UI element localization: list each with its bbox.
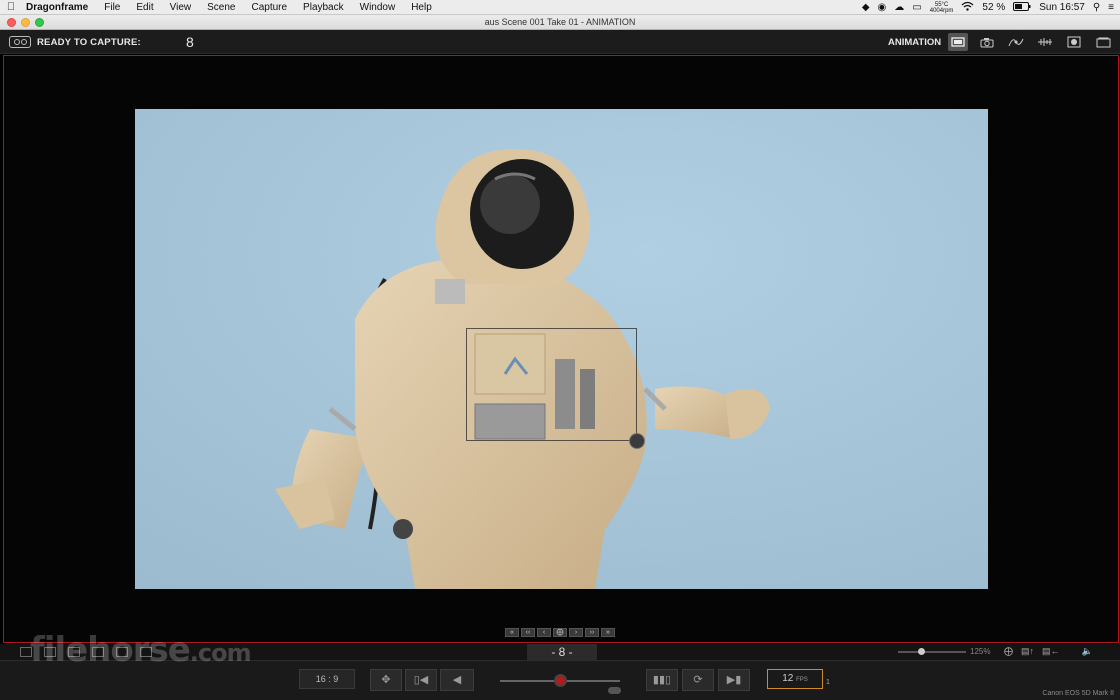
menu-app-name[interactable]: Dragonframe — [22, 0, 96, 15]
cinema-icon[interactable] — [1093, 33, 1113, 51]
next-frame-number: 8 — [186, 34, 194, 50]
playback-slider-knob[interactable] — [554, 674, 567, 687]
last-frame-icon[interactable]: » — [601, 628, 615, 637]
menu-window[interactable]: Window — [352, 0, 404, 15]
close-window-button[interactable] — [7, 18, 16, 27]
battery-icon[interactable] — [1013, 1, 1031, 14]
monitor-icon[interactable] — [948, 33, 968, 51]
menu-file[interactable]: File — [96, 0, 128, 15]
first-frame-icon[interactable]: « — [505, 628, 519, 637]
watermark-text: filehorse — [30, 630, 191, 670]
menu-edit[interactable]: Edit — [128, 0, 161, 15]
menu-playback[interactable]: Playback — [295, 0, 352, 15]
prev-fast-icon[interactable]: ‹‹ — [521, 628, 535, 637]
focus-point-handle[interactable] — [629, 433, 645, 449]
ruler-icon[interactable]: ▤↑ — [1021, 646, 1034, 657]
minimize-window-button[interactable] — [21, 18, 30, 27]
fan-rpm-value: 4004rpm — [929, 7, 954, 14]
battery-percent[interactable]: 52 % — [982, 2, 1005, 13]
dropbox-icon[interactable]: ◆ — [862, 2, 870, 13]
focus-icon[interactable] — [1064, 33, 1084, 51]
frame-navigation-controls: « ‹‹ ‹ ⨁ › ›› » — [505, 628, 615, 637]
zoom-slider-knob[interactable] — [918, 648, 925, 655]
view-tools-right: ⨁ ▤↑ ▤← 🔈 — [1004, 646, 1093, 657]
audio-wave-icon[interactable] — [1035, 33, 1055, 51]
zoom-slider-track[interactable] — [898, 651, 966, 653]
camera-icon[interactable] — [977, 33, 997, 51]
zoom-window-button[interactable] — [35, 18, 44, 27]
loop-playback-icon[interactable]: ⟳ — [682, 669, 714, 691]
capture-toolbar: READY TO CAPTURE: 8 ANIMATION — [0, 30, 1120, 54]
menu-capture[interactable]: Capture — [243, 0, 295, 15]
cloud-icon[interactable]: ☁ — [894, 2, 904, 13]
focus-selection-box[interactable] — [466, 328, 637, 441]
window-title-bar: aus Scene 001 Take 01 - ANIMATION — [0, 15, 1120, 30]
menu-help[interactable]: Help — [403, 0, 440, 15]
short-play-toggle[interactable] — [608, 687, 621, 694]
camera-model: Canon EOS 5D Mark II — [1042, 690, 1114, 697]
step-back-icon[interactable]: ◀ — [440, 669, 474, 691]
next-fast-icon[interactable]: ›› — [585, 628, 599, 637]
play-live-icon[interactable]: ▶▮ — [718, 669, 750, 691]
menu-view[interactable]: View — [162, 0, 200, 15]
crosshair-icon[interactable]: ⨁ — [553, 628, 567, 637]
record-icon[interactable]: ◉ — [878, 2, 887, 13]
menubar-status-area: ◆ ◉ ☁ ▭ 55°C 4004rpm 52 % Sun 16:57 ⚲ ≡ — [862, 0, 1120, 15]
fps-value: 12 — [782, 673, 794, 684]
guides-icon[interactable]: ▤← — [1042, 646, 1060, 657]
menu-scene[interactable]: Scene — [199, 0, 243, 15]
video-assist-icon[interactable]: ▯◀ — [405, 669, 437, 691]
workspace-switcher — [948, 33, 1113, 51]
filehorse-watermark: filehorse.com — [30, 630, 252, 670]
wifi-icon[interactable] — [961, 1, 974, 14]
fps-step: 1 — [826, 679, 830, 686]
temperature-readout[interactable]: 55°C 4004rpm — [930, 2, 954, 14]
dragonframe-logo-icon — [9, 36, 31, 48]
workspace-mode-label: ANIMATION — [888, 37, 942, 48]
window-title: aus Scene 001 Take 01 - ANIMATION — [484, 17, 636, 27]
capture-status-label: READY TO CAPTURE: — [37, 37, 141, 48]
fps-unit: FPS — [796, 677, 808, 683]
crosshair-toggle-icon[interactable]: ⨁ — [1004, 646, 1013, 657]
clock[interactable]: Sun 16:57 — [1039, 2, 1085, 13]
fps-selector[interactable]: 12 FPS — [767, 669, 823, 689]
move-icon[interactable]: ✥ — [370, 669, 402, 691]
graph-icon[interactable] — [1006, 33, 1026, 51]
watermark-suffix: .com — [189, 639, 252, 667]
menu-bar:  Dragonframe File Edit View Scene Captu… — [0, 0, 1120, 15]
aspect-ratio-selector[interactable]: 16 : 9 — [299, 669, 355, 689]
speaker-icon[interactable]: 🔈 — [1082, 646, 1093, 657]
apple-icon[interactable]:  — [0, 1, 22, 13]
notification-center-icon[interactable]: ≡ — [1108, 2, 1114, 13]
spotlight-search-icon[interactable]: ⚲ — [1093, 2, 1100, 13]
next-icon[interactable]: › — [569, 628, 583, 637]
display-icon[interactable]: ▭ — [912, 2, 921, 13]
window-controls — [7, 18, 44, 27]
prev-icon[interactable]: ‹ — [537, 628, 551, 637]
zoom-level: 125% — [970, 647, 991, 656]
current-frame-display[interactable]: - 8 - — [527, 644, 597, 660]
play-range-icon[interactable]: ▮▮▯ — [646, 669, 678, 691]
